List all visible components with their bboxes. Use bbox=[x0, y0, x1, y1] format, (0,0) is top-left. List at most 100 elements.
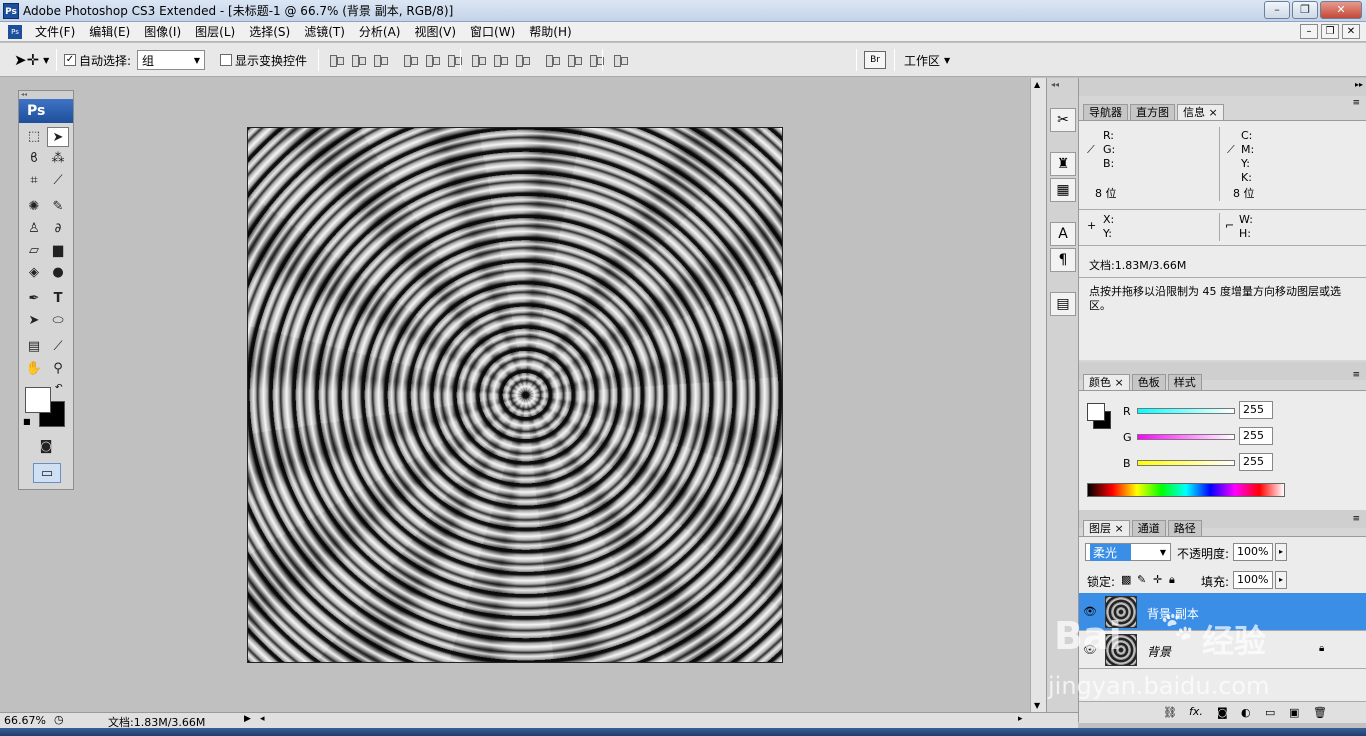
distribute-top-icon[interactable] bbox=[470, 53, 486, 67]
visibility-eye-icon[interactable]: 👁︎ bbox=[1083, 643, 1097, 656]
tab-navigator[interactable]: 导航器 bbox=[1083, 104, 1128, 120]
default-colors-icon[interactable]: ■ bbox=[23, 417, 31, 426]
character-icon[interactable]: A bbox=[1050, 222, 1076, 246]
menu-edit[interactable]: 编辑(E) bbox=[82, 22, 137, 42]
status-menu-arrow-icon[interactable]: ▶ bbox=[244, 714, 251, 724]
close-icon[interactable]: × bbox=[1115, 376, 1124, 389]
screen-mode-icon[interactable]: ▭ bbox=[33, 463, 61, 483]
menu-view[interactable]: 视图(V) bbox=[407, 22, 463, 42]
workspace-menu[interactable]: 工作区 ▼ bbox=[904, 43, 950, 77]
align-bottom-icon[interactable] bbox=[372, 53, 388, 67]
channel-g-slider[interactable] bbox=[1137, 434, 1235, 440]
fill-input[interactable]: 100% bbox=[1233, 571, 1273, 589]
scroll-right-icon[interactable]: ▸ bbox=[1018, 714, 1023, 724]
bridge-icon[interactable]: Br bbox=[864, 51, 886, 69]
color-ramp[interactable] bbox=[1087, 483, 1285, 497]
doc-restore-button[interactable]: ❐ bbox=[1321, 24, 1339, 39]
zoom-tool-icon[interactable]: ⚲ bbox=[47, 359, 69, 379]
menu-help[interactable]: 帮助(H) bbox=[522, 22, 578, 42]
distribute-left-icon[interactable] bbox=[544, 53, 560, 67]
close-icon[interactable]: × bbox=[1115, 522, 1124, 535]
notes-tool-icon[interactable]: ▤ bbox=[23, 337, 45, 357]
clone-stamp-tool-icon[interactable]: ♙ bbox=[23, 219, 45, 239]
opacity-input[interactable]: 100% bbox=[1233, 543, 1273, 561]
menu-filter[interactable]: 滤镜(T) bbox=[297, 22, 352, 42]
menu-image[interactable]: 图像(I) bbox=[137, 22, 188, 42]
lock-all-icon[interactable]: 🔒︎ bbox=[1169, 573, 1175, 587]
move-tool-preset[interactable]: ➤✛ ▼ bbox=[14, 43, 49, 77]
distribute-bottom-icon[interactable] bbox=[514, 53, 530, 67]
new-layer-icon[interactable]: ▣ bbox=[1289, 706, 1299, 719]
panel-menu-icon[interactable]: ≡ bbox=[1352, 98, 1360, 108]
channel-g-input[interactable]: 255 bbox=[1239, 427, 1273, 445]
layer-comps-icon[interactable]: ▤ bbox=[1050, 292, 1076, 316]
tab-styles[interactable]: 样式 bbox=[1167, 374, 1202, 390]
align-top-icon[interactable] bbox=[328, 53, 344, 67]
collapse-dock-icon[interactable]: ◂◂ bbox=[1051, 80, 1059, 89]
vertical-scrollbar[interactable]: ▲ ▼ bbox=[1030, 78, 1046, 712]
show-transform-checkbox[interactable] bbox=[220, 54, 232, 66]
expand-dock-icon[interactable]: ▸▸ bbox=[1355, 80, 1363, 89]
lasso-tool-icon[interactable]: ϐ bbox=[23, 149, 45, 169]
swap-colors-icon[interactable]: ↶ bbox=[55, 383, 63, 393]
minimize-button[interactable]: – bbox=[1264, 1, 1290, 19]
panels-grip[interactable]: ▸▸ bbox=[1079, 78, 1366, 96]
tab-layers[interactable]: 图层 × bbox=[1083, 520, 1130, 536]
delete-layer-icon[interactable]: 🗑︎ bbox=[1313, 706, 1327, 719]
blend-mode-dropdown[interactable]: 柔光 ▼ bbox=[1085, 543, 1171, 561]
eyedropper-tool-icon[interactable]: ⟋ bbox=[47, 337, 69, 357]
slice-tool-icon[interactable]: ⟋ bbox=[47, 171, 69, 191]
lock-position-icon[interactable]: ✛ bbox=[1153, 573, 1162, 586]
eraser-tool-icon[interactable]: ▱ bbox=[23, 241, 45, 261]
align-left-icon[interactable] bbox=[402, 53, 418, 67]
brush-tool-icon[interactable]: ✎ bbox=[47, 197, 69, 217]
magic-wand-tool-icon[interactable]: ⁂ bbox=[47, 149, 69, 169]
tab-swatches[interactable]: 色板 bbox=[1131, 374, 1166, 390]
channel-r-slider[interactable] bbox=[1137, 408, 1235, 414]
auto-align-layers-icon[interactable] bbox=[612, 53, 628, 67]
scroll-left-icon[interactable]: ◂ bbox=[260, 714, 265, 724]
document-icon[interactable]: Ps bbox=[8, 24, 22, 39]
ellipse-tool-icon[interactable]: ⬭ bbox=[47, 311, 69, 331]
clone-source-icon[interactable]: ▦ bbox=[1050, 178, 1076, 202]
align-vcenter-icon[interactable] bbox=[350, 53, 366, 67]
blur-tool-icon[interactable]: ◈ bbox=[23, 263, 45, 283]
menu-layer[interactable]: 图层(L) bbox=[188, 22, 242, 42]
menu-analysis[interactable]: 分析(A) bbox=[352, 22, 408, 42]
layer-row-background-copy[interactable]: 👁︎ 背景 副本 bbox=[1079, 593, 1366, 631]
foreground-color-swatch[interactable] bbox=[25, 387, 51, 413]
scroll-down-icon[interactable]: ▼ bbox=[1034, 701, 1040, 710]
auto-select-checkbox[interactable]: ✓ bbox=[64, 54, 76, 66]
healing-brush-tool-icon[interactable]: ✺ bbox=[23, 197, 45, 217]
close-button[interactable]: ✕ bbox=[1320, 1, 1362, 19]
panel-menu-icon[interactable]: ≡ bbox=[1352, 370, 1360, 380]
color-fg-swatch[interactable] bbox=[1087, 403, 1105, 421]
tools-grip[interactable]: ◂◂ bbox=[19, 91, 73, 99]
scroll-up-icon[interactable]: ▲ bbox=[1034, 80, 1040, 89]
hand-tool-icon[interactable]: ✋ bbox=[23, 359, 45, 379]
adjustment-layer-icon[interactable]: ◐ bbox=[1241, 706, 1251, 719]
marquee-tool-icon[interactable]: ⬚ bbox=[23, 127, 45, 147]
lock-transparency-icon[interactable]: ▩ bbox=[1121, 573, 1131, 586]
document-canvas[interactable] bbox=[247, 127, 783, 663]
path-selection-tool-icon[interactable]: ➤ bbox=[23, 311, 45, 331]
doc-close-button[interactable]: ✕ bbox=[1342, 24, 1360, 39]
status-info-icon[interactable]: ◷ bbox=[54, 713, 64, 726]
crop-tool-icon[interactable]: ⌗ bbox=[23, 171, 45, 191]
new-group-icon[interactable]: ▭ bbox=[1265, 706, 1275, 719]
visibility-eye-icon[interactable]: 👁︎ bbox=[1083, 605, 1097, 618]
layer-style-icon[interactable]: fx. bbox=[1189, 705, 1203, 718]
zoom-level[interactable]: 66.67% bbox=[4, 714, 46, 727]
tool-presets-icon[interactable]: ✂ bbox=[1050, 108, 1076, 132]
lock-pixels-icon[interactable]: ✎ bbox=[1137, 573, 1146, 586]
channel-b-slider[interactable] bbox=[1137, 460, 1235, 466]
move-tool-icon[interactable]: ➤ bbox=[47, 127, 69, 147]
menu-window[interactable]: 窗口(W) bbox=[463, 22, 522, 42]
align-hcenter-icon[interactable] bbox=[424, 53, 440, 67]
tab-paths[interactable]: 路径 bbox=[1167, 520, 1202, 536]
doc-minimize-button[interactable]: – bbox=[1300, 24, 1318, 39]
opacity-arrow-icon[interactable]: ▸ bbox=[1275, 543, 1287, 561]
link-layers-icon[interactable]: ⛓ bbox=[1163, 706, 1177, 719]
menu-file[interactable]: 文件(F) bbox=[28, 22, 82, 42]
distribute-vcenter-icon[interactable] bbox=[492, 53, 508, 67]
